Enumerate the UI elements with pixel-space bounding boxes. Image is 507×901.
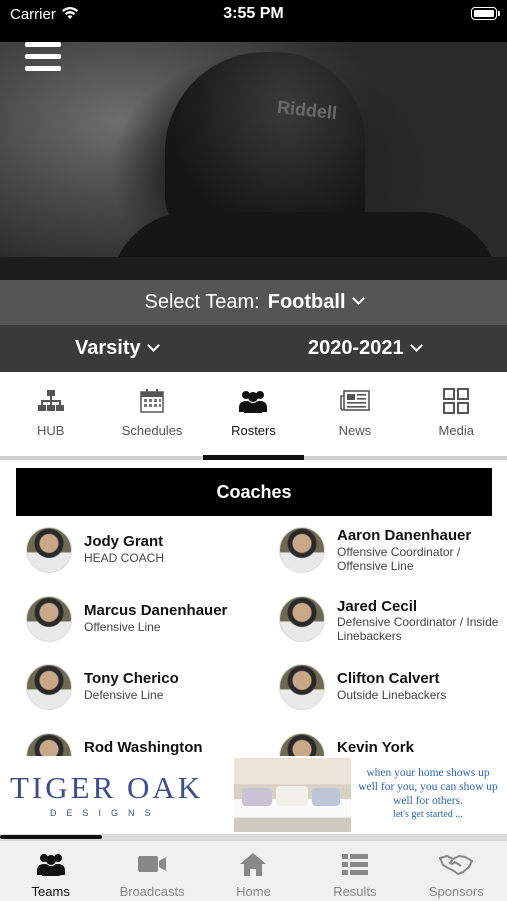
nav-teams[interactable]: Teams	[0, 841, 101, 901]
people-group-icon	[0, 851, 101, 877]
tab-rosters[interactable]: Rosters	[203, 372, 304, 456]
menu-button[interactable]	[25, 42, 61, 72]
pillow	[312, 788, 340, 806]
ad-copy: when your home shows up well for you, yo…	[358, 767, 498, 807]
coach-card[interactable]: Tony Cherico Defensive Line	[26, 664, 256, 724]
list-icon	[304, 851, 405, 877]
coach-title: Outside Linebackers	[337, 688, 447, 702]
nav-results[interactable]: Results	[304, 841, 405, 901]
nav-sponsors[interactable]: Sponsors	[406, 841, 507, 901]
nav-label: Broadcasts	[119, 884, 185, 899]
video-camera-icon	[101, 851, 202, 877]
avatar	[279, 733, 325, 756]
season-value: 2020-2021	[308, 337, 404, 359]
avatar	[26, 596, 72, 642]
avatar	[26, 527, 72, 573]
status-bar: Carrier 3:55 PM	[0, 0, 507, 42]
clock: 3:55 PM	[223, 5, 284, 22]
chevron-down-icon	[409, 339, 423, 352]
sponsor-ad-banner[interactable]: TIGER OAK DESIGNS when your home shows u…	[0, 756, 507, 834]
level-value: Varsity	[75, 337, 141, 359]
coach-name: Jared Cecil	[337, 598, 418, 615]
nav-broadcasts[interactable]: Broadcasts	[101, 841, 202, 901]
tab-label: HUB	[36, 423, 65, 438]
nav-label: Home	[236, 884, 271, 899]
pillow	[276, 786, 308, 806]
menu-line	[25, 66, 61, 71]
ad-brand-logo: TIGER OAK	[10, 770, 204, 805]
team-select-label: Select Team:	[144, 291, 260, 313]
chevron-down-icon	[146, 339, 160, 352]
coach-card[interactable]: Clifton Calvert Outside Linebackers	[279, 664, 507, 724]
helmet-brand: Riddell	[276, 96, 338, 124]
tab-news[interactable]: News	[304, 372, 405, 456]
ad-brand-subtitle: DESIGNS	[50, 808, 161, 818]
coach-card[interactable]: Aaron Danenhauer Offensive Coordinator /…	[279, 527, 507, 587]
coach-name: Tony Cherico	[84, 670, 179, 687]
filter-row: Varsity 2020-2021	[0, 325, 507, 372]
tab-hub[interactable]: HUB	[0, 372, 101, 456]
home-icon	[203, 851, 304, 877]
team-select-value: Football	[267, 291, 346, 313]
calendar-icon	[101, 386, 202, 416]
coach-name: Marcus Danenhauer	[84, 602, 228, 619]
nav-label: Teams	[31, 884, 70, 899]
coach-card[interactable]: Rod Washington	[26, 733, 256, 756]
tab-label: News	[338, 423, 372, 438]
menu-line	[25, 42, 61, 47]
pillow	[242, 788, 272, 806]
scroll-thumb	[0, 835, 102, 839]
ad-cta-link[interactable]: let's get started ...	[358, 809, 498, 820]
coach-name: Clifton Calvert	[337, 670, 440, 687]
coach-card[interactable]: Jody Grant HEAD COACH	[26, 527, 256, 587]
tab-label: Rosters	[231, 423, 276, 438]
coach-title: Defensive Coordinator / Inside Linebacke…	[337, 615, 499, 643]
coach-title: Offensive Line	[84, 620, 161, 634]
coach-name: Rod Washington	[84, 739, 203, 756]
avatar	[26, 733, 72, 756]
hero-image: Riddell	[0, 42, 507, 280]
coach-name: Aaron Danenhauer	[337, 527, 472, 544]
people-group-icon	[203, 386, 304, 416]
battery-icon	[471, 7, 497, 20]
avatar	[279, 664, 325, 710]
avatar	[279, 527, 325, 573]
roster-content[interactable]: Coaches Jody Grant HEAD COACH Aaron Dane…	[0, 460, 507, 756]
menu-line	[25, 54, 61, 59]
coach-card[interactable]: Marcus Danenhauer Offensive Line	[26, 596, 256, 656]
handshake-icon	[406, 851, 507, 877]
battery-nub	[498, 11, 500, 16]
team-selector[interactable]: Select Team: Football	[0, 280, 507, 325]
avatar	[279, 596, 325, 642]
tab-label: Schedules	[121, 423, 183, 438]
tab-schedules[interactable]: Schedules	[101, 372, 202, 456]
coach-name: Kevin York	[337, 739, 414, 756]
grid-icon	[406, 386, 507, 416]
hero-bottom-shadow	[0, 257, 507, 280]
coach-title: HEAD COACH	[84, 551, 165, 565]
level-dropdown[interactable]: Varsity	[75, 337, 160, 360]
coach-title: Offensive Coordinator / Offensive Line	[337, 545, 461, 573]
chevron-down-icon	[351, 292, 365, 305]
section-tabs: HUB Schedules Rosters News Media	[0, 372, 507, 456]
nav-label: Sponsors	[428, 884, 484, 899]
season-dropdown[interactable]: 2020-2021	[308, 337, 423, 360]
tab-label: Media	[438, 423, 474, 438]
coach-card[interactable]: Jared Cecil Defensive Coordinator / Insi…	[279, 596, 507, 656]
avatar	[26, 664, 72, 710]
nav-label: Results	[333, 884, 377, 899]
coach-name: Jody Grant	[84, 533, 164, 550]
org-chart-icon	[0, 386, 101, 416]
coach-title: Defensive Line	[84, 688, 164, 702]
ad-bedroom-photo	[234, 758, 351, 832]
coach-card[interactable]: Kevin York	[279, 733, 507, 756]
coaches-section-header: Coaches	[16, 468, 492, 516]
bottom-navigation: Teams Broadcasts Home Results Sponsors	[0, 840, 507, 901]
tab-media[interactable]: Media	[406, 372, 507, 456]
nav-home[interactable]: Home	[203, 841, 304, 901]
helmet-silhouette: Riddell	[165, 52, 365, 237]
newspaper-icon	[304, 386, 405, 416]
